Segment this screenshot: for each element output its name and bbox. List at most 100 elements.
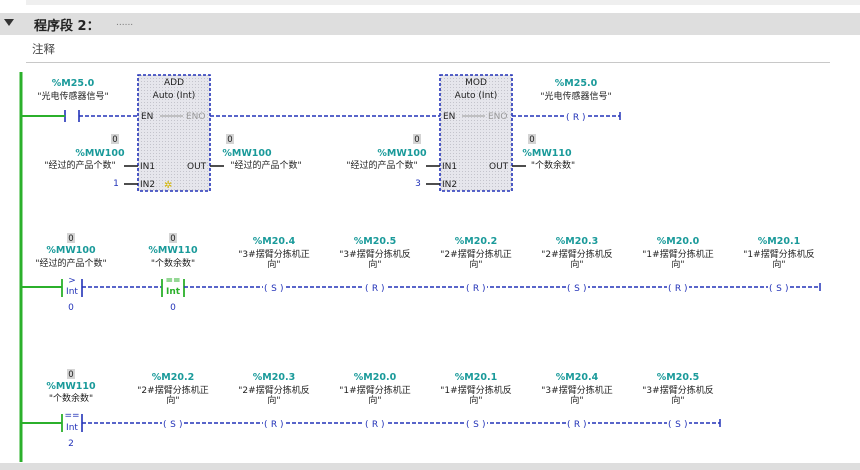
coil-symbol-line1: "1#摆臂分拣机正 <box>642 248 713 260</box>
mod-type[interactable]: Auto (Int) <box>455 91 498 101</box>
coil-type: R <box>473 284 479 294</box>
coil-left-paren: ( <box>264 284 268 294</box>
mod-in2-label: IN2 <box>442 180 457 190</box>
coil-left-paren: ( <box>466 284 470 294</box>
cmp-status: 0 <box>170 234 175 244</box>
coil-symbol-line2: 向" <box>368 258 381 270</box>
coil-right-paren: ) <box>482 284 486 294</box>
coil-address: %M20.1 <box>455 372 497 383</box>
coil-type: S <box>776 284 782 294</box>
coil-type: R <box>372 420 378 430</box>
cmp-operator: > <box>68 276 76 286</box>
mod-in2-value: 3 <box>415 179 421 189</box>
mod-in2-operand[interactable]: 3 <box>415 179 440 189</box>
coil-address: %M20.4 <box>556 372 599 383</box>
coil-symbol-line2: 向" <box>166 394 179 406</box>
add-in1-operand[interactable]: 0 %MW100 "经过的产品个数" <box>44 134 138 171</box>
add-in2-value: 1 <box>113 179 119 189</box>
coil-left-paren: ( <box>365 420 369 430</box>
coil-left-paren: ( <box>668 284 672 294</box>
coil-address: %M20.0 <box>354 372 397 383</box>
coil-r[interactable]: %M20.0"1#摆臂分拣机正向" (R) <box>339 372 411 430</box>
coil-right-paren: ) <box>381 284 385 294</box>
coil-address: %M20.0 <box>657 236 700 247</box>
cmp-value: 2 <box>68 439 74 449</box>
coil-left-paren: ( <box>567 420 571 430</box>
coil-symbol-line1: "3#摆臂分拣机反 <box>642 384 713 396</box>
mod-eno-label: ENO <box>488 112 508 122</box>
coil-right-paren: ) <box>684 420 688 430</box>
cmp-symbol: "个数余数" <box>151 257 195 269</box>
mod-out-operand[interactable]: 0 %MW110 "个数余数" <box>512 134 575 171</box>
add-more-inputs-icon[interactable]: ✲ <box>164 180 172 191</box>
coil-symbol-line1: "1#摆臂分拣机正 <box>339 384 410 396</box>
coil-address: %M20.1 <box>758 236 800 247</box>
add-in2-label: IN2 <box>140 180 155 190</box>
add-instruction-box[interactable]: ADD Auto (Int) EN ENO IN1 OUT IN2 ✲ <box>137 74 211 192</box>
cmp-address: %MW110 <box>46 381 96 392</box>
coil-symbol-line2: 向" <box>671 258 684 270</box>
coil-right-paren: ) <box>280 284 284 294</box>
coil-r[interactable]: %M20.3"2#摆臂分拣机反向" (R) <box>238 372 310 430</box>
coil-r[interactable]: %M20.0"1#摆臂分拣机正向" (R) <box>642 236 714 294</box>
mod-in1-address: %MW100 <box>377 148 427 159</box>
cmp-value: 0 <box>68 303 74 313</box>
coil-address: %M20.2 <box>152 372 194 383</box>
coil-type: R <box>675 284 681 294</box>
add-out-operand[interactable]: 0 %MW100 "经过的产品个数" <box>210 134 302 171</box>
coil-s[interactable]: %M20.2"2#摆臂分拣机正向" (S) <box>137 372 209 430</box>
rung2-compare-eq[interactable]: 0 %MW110 "个数余数" == Int 0 <box>148 233 198 313</box>
cmp-type: Int <box>66 423 78 433</box>
mod-instruction-box[interactable]: MOD Auto (Int) EN ENO IN1 OUT IN2 <box>439 74 513 192</box>
coil-s[interactable]: %M20.1"1#摆臂分拣机反向" (S) <box>440 372 512 430</box>
add-out-status: 0 <box>227 135 232 145</box>
coil-symbol-line1: "2#摆臂分拣机正 <box>440 248 511 260</box>
coil-s[interactable]: %M20.1"1#摆臂分拣机反向" (S) <box>743 236 815 294</box>
coil-r[interactable]: %M20.2"2#摆臂分拣机正向" (R) <box>440 236 512 294</box>
cmp-symbol: "经过的产品个数" <box>35 257 106 269</box>
coil-type: R <box>574 420 580 430</box>
coil-left-paren: ( <box>365 284 369 294</box>
cmp-status: 0 <box>68 234 73 244</box>
coil-s[interactable]: %M20.5"3#摆臂分拣机反向" (S) <box>642 372 714 430</box>
add-type[interactable]: Auto (Int) <box>153 91 196 101</box>
rung2-compare-gt[interactable]: 0 %MW100 "经过的产品个数" > Int 0 <box>35 233 107 313</box>
coil-type: R <box>372 284 378 294</box>
coil-symbol-line1: "2#摆臂分拣机反 <box>541 248 612 260</box>
coil-right-paren: ) <box>684 284 688 294</box>
mod-title: MOD <box>465 78 487 88</box>
add-eno-label: ENO <box>186 112 206 122</box>
coil-r[interactable]: %M20.5"3#摆臂分拣机反向" (R) <box>339 236 411 294</box>
coil-left-paren: ( <box>466 420 470 430</box>
coil-address: %M20.2 <box>455 236 497 247</box>
mod-en-label: EN <box>443 112 455 122</box>
cmp-type: Int <box>66 287 78 297</box>
add-in1-label: IN1 <box>140 162 155 172</box>
coil-s[interactable]: %M20.4"3#摆臂分拣机正向" (S) <box>238 236 310 294</box>
mod-out-address: %MW110 <box>522 148 572 159</box>
coil-r[interactable]: %M20.4"3#摆臂分拣机正向" (R) <box>541 372 613 430</box>
coil-type: R <box>573 113 579 123</box>
coil-type: S <box>574 284 580 294</box>
rung3-compare-eq[interactable]: 0 %MW110 "个数余数" == Int 2 <box>46 369 96 449</box>
cmp-value: 0 <box>170 303 176 313</box>
coil-left-paren: ( <box>567 284 571 294</box>
coil-left-paren: ( <box>163 420 167 430</box>
add-in2-operand[interactable]: 1 <box>113 179 138 189</box>
coil-address: %M25.0 <box>555 78 598 89</box>
contact-symbol: "光电传感器信号" <box>37 90 108 102</box>
svg-text:(: ( <box>566 113 570 123</box>
coil-right-paren: ) <box>280 420 284 430</box>
add-en-label: EN <box>141 112 153 122</box>
coil-address: %M20.5 <box>354 236 396 247</box>
coil-left-paren: ( <box>264 420 268 430</box>
cmp-symbol: "个数余数" <box>49 392 93 404</box>
coil-s[interactable]: %M20.3"2#摆臂分拣机反向" (S) <box>541 236 613 294</box>
coil-type: S <box>473 420 479 430</box>
coil-symbol-line1: "3#摆臂分拣机正 <box>238 248 309 260</box>
coil-left-paren: ( <box>668 420 672 430</box>
coil-right-paren: ) <box>179 420 183 430</box>
cmp-address: %MW110 <box>148 245 198 256</box>
mod-in1-operand[interactable]: 0 %MW100 "经过的产品个数" <box>346 134 440 171</box>
coil-address: %M20.3 <box>253 372 295 383</box>
